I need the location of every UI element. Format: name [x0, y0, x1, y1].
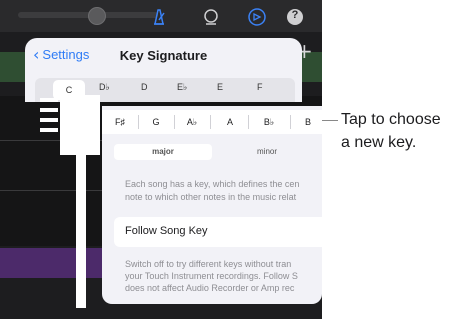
key-option[interactable]: A♭ — [182, 110, 202, 134]
callout-line-1: Tap to choose — [341, 111, 441, 128]
description-line: does not affect Audio Recorder or Amp re… — [125, 283, 295, 293]
key-option[interactable]: E♭ — [177, 82, 187, 93]
divider — [174, 115, 175, 129]
description-line: Each song has a key, which defines the c… — [125, 179, 300, 189]
callout-line-2: a new key. — [341, 134, 417, 151]
help-icon[interactable]: ? — [284, 6, 306, 28]
garageband-app: ? + ‹ Settings Key Signature C D♭ D E♭ E… — [0, 0, 322, 319]
settings-gear-icon[interactable] — [246, 6, 268, 28]
key-option[interactable]: E — [217, 82, 223, 92]
callout-leader-line — [322, 120, 338, 121]
follow-description: Switch off to try different keys without… — [125, 258, 322, 294]
mask-block — [40, 108, 58, 112]
divider — [248, 115, 249, 129]
key-description: Each song has a key, which defines the c… — [125, 178, 322, 204]
mask-block — [40, 98, 58, 102]
mode-minor-option[interactable]: minor — [257, 144, 277, 160]
help-label: ? — [291, 9, 299, 21]
metronome-icon[interactable] — [148, 6, 170, 28]
key-option[interactable]: B♭ — [258, 110, 280, 134]
key-option[interactable]: A — [220, 110, 240, 134]
key-option[interactable]: D — [141, 82, 148, 92]
playhead-knob[interactable] — [88, 7, 106, 25]
key-signature-popover: ‹ Settings Key Signature C D♭ D E♭ E F — [25, 38, 302, 102]
mask-block — [76, 100, 86, 308]
key-option[interactable]: G — [146, 110, 166, 134]
mask-block — [40, 118, 58, 122]
divider — [138, 115, 139, 129]
key-option[interactable]: F — [257, 82, 263, 92]
key-selector-zoomed: F♯ G A♭ A B♭ B — [102, 110, 322, 134]
page-title: Key Signature — [119, 48, 208, 63]
description-line: your Touch Instrument recordings. Follow… — [125, 271, 298, 281]
key-option[interactable]: F♯ — [110, 110, 130, 134]
divider — [290, 115, 291, 129]
zoomed-key-panel: F♯ G A♭ A B♭ B major minor Each song has… — [102, 106, 322, 304]
callout-text: Tap to choose a new key. — [341, 108, 441, 154]
loop-browser-icon[interactable] — [200, 6, 222, 28]
key-option[interactable]: D♭ — [99, 82, 110, 93]
mode-segmented-control: major minor — [102, 144, 322, 164]
key-option[interactable]: B — [300, 110, 316, 134]
mask-block — [40, 128, 58, 132]
follow-song-key-row[interactable]: Follow Song Key — [114, 217, 322, 247]
description-line: note to which other notes in the music r… — [125, 192, 297, 202]
control-bar: ? — [0, 0, 322, 32]
follow-song-key-label: Follow Song Key — [125, 225, 208, 237]
divider — [210, 115, 211, 129]
mode-major-option[interactable]: major — [114, 144, 212, 160]
description-line: Switch off to try different keys without… — [125, 259, 292, 269]
